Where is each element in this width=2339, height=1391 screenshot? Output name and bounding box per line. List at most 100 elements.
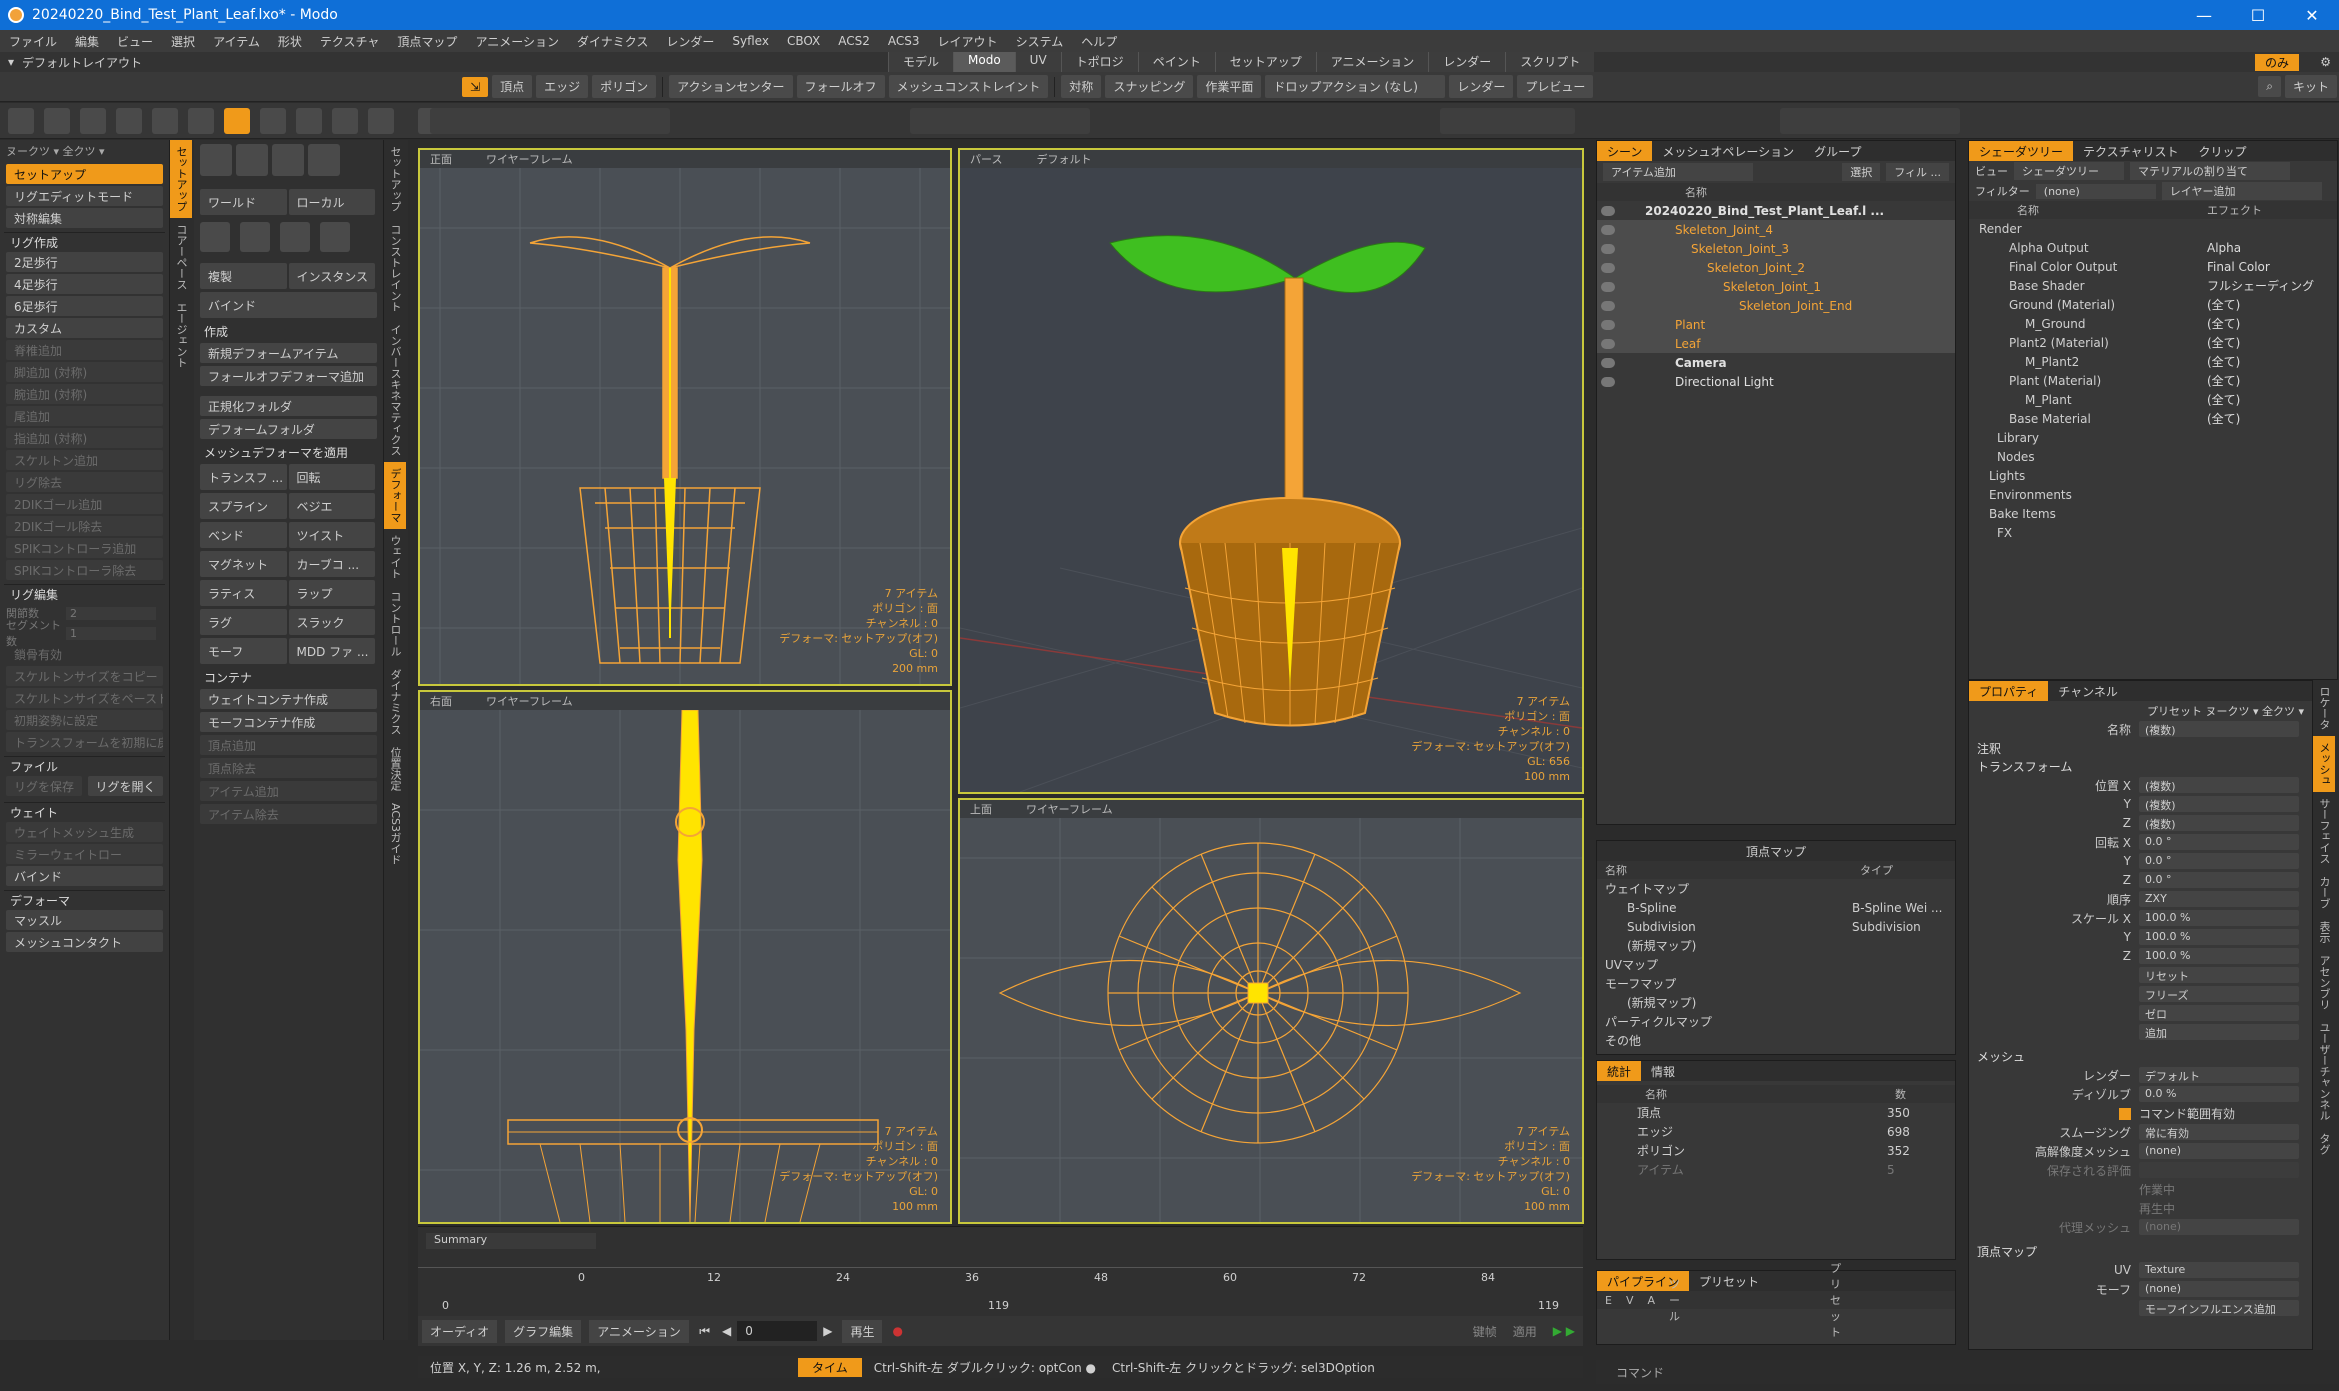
shader-item-row[interactable]: Library	[1969, 428, 2337, 447]
scene-item-row[interactable]: Camera	[1597, 353, 1955, 372]
play-forward-icon[interactable]: ▶ ▶	[1545, 1321, 1583, 1341]
menu-item[interactable]: ACS3	[879, 34, 929, 48]
muscle-button[interactable]: マッスル	[6, 910, 163, 930]
scene-item-row[interactable]: Plant	[1597, 315, 1955, 334]
viewport-top-mode[interactable]: ワイヤーフレーム	[1026, 801, 1113, 817]
rig-preset-button[interactable]: 4足歩行	[6, 274, 163, 294]
mode-tab[interactable]: セットアップ	[1214, 52, 1316, 72]
view-tools-group[interactable]	[430, 108, 670, 134]
mdd-deformer-button[interactable]: MDD ファ ...	[288, 638, 375, 664]
filter-button[interactable]: フィル ...	[1886, 163, 1949, 181]
menu-item[interactable]: アイテム	[204, 33, 269, 50]
menu-item[interactable]: 頂点マップ	[388, 33, 466, 50]
shader-item-row[interactable]: Render	[1969, 219, 2337, 238]
eye-icon[interactable]	[1601, 376, 1615, 387]
instance-button[interactable]: インスタンス	[288, 263, 375, 289]
eye-icon[interactable]	[1601, 338, 1615, 349]
timeline[interactable]: Summary 01224364860728496108 0 119 119	[418, 1226, 1760, 1316]
twist-deformer-button[interactable]: ツイスト	[288, 522, 375, 548]
render-tools-group[interactable]	[1780, 108, 1960, 134]
rotate-deformer-button[interactable]: 回転	[288, 464, 375, 490]
shader-item-row[interactable]: Ground (Material) (全て)	[1969, 295, 2337, 314]
property-value[interactable]: 0.0 °	[2139, 834, 2299, 850]
minimize-button[interactable]: —	[2177, 6, 2231, 25]
vertical-tab[interactable]: カーブ	[2313, 870, 2335, 915]
morph-container-button[interactable]: モーフコンテナ作成	[200, 712, 377, 732]
polygon-mode-button[interactable]: ポリゴン	[592, 75, 657, 98]
panel-tab[interactable]: テクスチャリスト	[2073, 141, 2189, 161]
vertical-tab[interactable]: ユーザーチャンネル	[2313, 1016, 2335, 1127]
viewport-front-mode[interactable]: ワイヤーフレーム	[486, 151, 573, 167]
rig-disabled-button[interactable]: スケルトン追加	[6, 450, 163, 470]
menu-item[interactable]: CBOX	[778, 34, 829, 48]
scene-item-row[interactable]: Leaf	[1597, 334, 1955, 353]
shader-item-row[interactable]: Alpha Output Alpha	[1969, 238, 2337, 257]
stats-row[interactable]: アイテム 5	[1597, 1160, 1955, 1179]
layout-only-button[interactable]: のみ	[2254, 53, 2299, 71]
scene-item-row[interactable]: Skeleton_Joint_1	[1597, 277, 1955, 296]
property-value[interactable]: (複数)	[2139, 777, 2299, 793]
section-note[interactable]: 注釈	[1969, 739, 2312, 757]
layout-name[interactable]: デフォルトレイアウト	[22, 54, 142, 71]
shader-item-row[interactable]: Base Material (全て)	[1969, 409, 2337, 428]
panel-tab[interactable]: 情報	[1641, 1061, 1685, 1081]
normalize-folder-button[interactable]: 正規化フォルダ	[200, 396, 377, 416]
viewport-front-name[interactable]: 正面	[430, 151, 452, 167]
vmap-row[interactable]: (新規マップ)	[1597, 993, 1955, 1012]
freeze-select[interactable]: フリーズ	[2139, 986, 2299, 1002]
search-icon[interactable]: ⌕	[2258, 76, 2281, 97]
duplicate-button[interactable]: 複製	[200, 263, 287, 289]
add-item-select[interactable]: アイテム追加	[1603, 163, 1753, 181]
vertical-tab[interactable]: コンストレイント	[384, 218, 406, 318]
shader-item-effect[interactable]: (全て)	[2207, 334, 2337, 351]
rig-preset-button[interactable]: 6足歩行	[6, 296, 163, 316]
property-value[interactable]: (複数)	[2139, 796, 2299, 812]
vmap-row[interactable]: (新規マップ)	[1597, 936, 1955, 955]
vmap-row[interactable]: モーフマップ	[1597, 974, 1955, 993]
kit-button[interactable]: キット	[2284, 75, 2337, 98]
audio-button[interactable]: オーディオ	[422, 1319, 498, 1343]
bind-button[interactable]: バインド	[6, 866, 163, 886]
stats-row[interactable]: ポリゴン 352	[1597, 1141, 1955, 1160]
rig-disabled-button[interactable]: リグ除去	[6, 472, 163, 492]
vertex-mode-button[interactable]: 頂点	[492, 75, 533, 98]
mode-tab[interactable]: レンダー	[1428, 52, 1506, 72]
bezier-deformer-button[interactable]: ベジエ	[288, 493, 375, 519]
viewport-layout-group[interactable]	[910, 108, 1090, 134]
section-file[interactable]: ファイル	[4, 756, 165, 774]
working-checkbox[interactable]: 作業中	[2139, 1181, 2175, 1198]
joint-count-input[interactable]: 2	[66, 606, 156, 620]
menu-item[interactable]: 編集	[66, 33, 108, 50]
mirror-weight-button[interactable]: ミラーウェイトロー	[6, 844, 163, 864]
apply-button[interactable]: 適用	[1505, 1320, 1545, 1343]
vmap-row[interactable]: Subdivision Subdivision	[1597, 917, 1955, 936]
mode-tab[interactable]: スクリプト	[1505, 52, 1595, 72]
rig-disabled-button[interactable]: 脚追加 (対称)	[6, 362, 163, 382]
mode-tab[interactable]: Modo	[953, 52, 1015, 72]
viewport-right[interactable]: 右面 ワイヤーフレーム 7 アイテム ポリゴン : 面 チャンネル : 0 デフォ…	[418, 690, 952, 1224]
vertical-tab[interactable]: セットアップ	[384, 140, 406, 218]
shader-item-row[interactable]: Bake Items	[1969, 504, 2337, 523]
scene-item-row[interactable]: Skeleton_Joint_2	[1597, 258, 1955, 277]
vmap-row[interactable]: B-Spline B-Spline Wei ...	[1597, 898, 1955, 917]
stats-row[interactable]: 頂点 350	[1597, 1103, 1955, 1122]
vertical-tab[interactable]: デフォーマ	[384, 462, 406, 529]
play-button[interactable]: 再生	[842, 1319, 883, 1343]
section-container[interactable]: コンテナ	[200, 668, 377, 686]
world-button[interactable]: ワールド	[200, 189, 287, 215]
shader-item-row[interactable]: Environments	[1969, 485, 2337, 504]
cube-icon[interactable]	[320, 222, 350, 252]
snapping-button[interactable]: スナッピング	[1105, 75, 1194, 98]
render-select[interactable]: デフォルト	[2139, 1067, 2299, 1083]
setup-tool-button[interactable]: リグエディットモード	[6, 186, 163, 206]
pose-tool-icon[interactable]	[308, 144, 340, 176]
eye-icon[interactable]	[1601, 281, 1615, 292]
bone-tool-icon[interactable]	[236, 144, 268, 176]
section-deformer[interactable]: デフォーマ	[4, 890, 165, 908]
vertical-tab[interactable]: エージェント	[170, 296, 192, 374]
panel-tab[interactable]: 統計	[1597, 1061, 1642, 1081]
mode-tab[interactable]: アニメーション	[1315, 52, 1429, 72]
shader-item-effect[interactable]: フルシェーディング	[2207, 277, 2337, 294]
viewport-top-name[interactable]: 上面	[970, 801, 992, 817]
rig-disabled-button[interactable]: 脊椎追加	[6, 340, 163, 360]
